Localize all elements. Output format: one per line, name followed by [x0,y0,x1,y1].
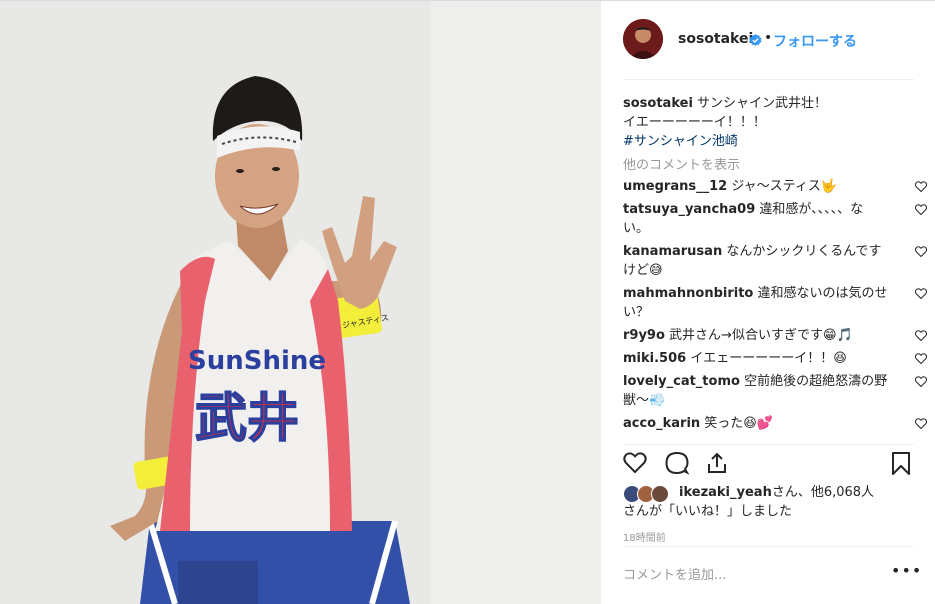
liker-avatar [651,485,669,503]
comment-item: tatsuya_yancha09 違和感が、、、、、ない。 [623,200,927,238]
comment-username[interactable]: lovely_cat_tomo [623,374,740,389]
comment-like-heart-icon[interactable] [915,246,927,257]
add-comment-input[interactable]: コメントを追加... [623,564,726,583]
comment-like-heart-icon[interactable] [915,330,927,341]
actions-divider [623,444,914,445]
comment-text: 笑った😆💕 [700,416,774,431]
caption-hashtag[interactable]: #サンシャイン池崎 [623,132,908,151]
comment-username[interactable]: umegrans__12 [623,179,727,194]
comment-box-divider [623,546,914,547]
avatar-image [623,19,663,59]
likes-username[interactable]: ikezaki_yeah [679,485,772,500]
header-divider [623,79,914,80]
likes-text: ikezaki_yeahさん、他6,068人 [679,483,913,502]
comment-like-heart-icon[interactable] [915,181,927,192]
comment-item: kanamarusan なんかシックリくるんですけど😅 [623,242,927,280]
post-timestamp[interactable]: 18時間前 [623,529,666,544]
comment-like-heart-icon[interactable] [915,204,927,215]
share-icon[interactable] [705,451,729,475]
caption-line2: イエーーーーーイ！！！ [623,115,766,130]
post-photo[interactable]: SunShine 武井 ジャスティス [0,1,600,604]
comment-item: lovely_cat_tomo 空前絶後の超絶怒濤の野獣〜💨 [623,372,927,410]
follow-button[interactable]: フォローする [773,31,857,51]
comment-like-heart-icon[interactable] [915,353,927,364]
jersey-kanji: 武井 [195,389,299,449]
comment-username[interactable]: tatsuya_yancha09 [623,202,755,217]
post-actions [623,451,913,477]
like-heart-icon[interactable] [623,451,647,475]
likes-summary: ikezaki_yeahさん、他6,068人 さんが「いいね！」しました [623,483,913,521]
caption-username[interactable]: sosotakei [623,96,693,111]
comment-text: イエェーーーーーイ！！😆 [686,351,847,366]
verified-badge-icon [749,34,762,46]
bookmark-icon[interactable] [889,451,913,475]
comment-item: miki.506 イエェーーーーーイ！！😆 [623,349,927,368]
post-sidebar: sosotakei • フォローする sosotakei サンシャイン武井壮！ … [600,1,935,604]
post-caption: sosotakei サンシャイン武井壮！ イエーーーーーイ！！！ #サンシャイン… [623,94,908,151]
comment-username[interactable]: kanamarusan [623,244,722,259]
comment-username[interactable]: miki.506 [623,351,686,366]
more-options-button[interactable]: ••• [891,561,922,580]
comment-item: umegrans__12 ジャ〜スティス🤟 [623,177,927,196]
comment-like-heart-icon[interactable] [915,288,927,299]
comment-list: umegrans__12 ジャ〜スティス🤟 tatsuya_yancha09 違… [623,177,927,437]
liker-avatars [623,485,677,505]
post-header: sosotakei • フォローする [601,1,935,80]
header-dot: • [764,30,773,46]
comment-text: ジャ〜スティス🤟 [727,179,838,194]
comment-text: 武井さん→似合いすぎです😁🎵 [664,328,853,343]
comment-username[interactable]: mahmahnonbirito [623,286,753,301]
photo-illustration: SunShine 武井 ジャスティス [0,1,600,604]
comment-item: r9y9o 武井さん→似合いすぎです😁🎵 [623,326,927,345]
view-more-comments-link[interactable]: 他のコメントを表示 [623,154,740,173]
comment-username[interactable]: r9y9o [623,328,665,343]
comment-item: acco_karin 笑った😆💕 [623,414,927,433]
jersey-text: SunShine [188,346,326,376]
instagram-post: SunShine 武井 ジャスティス sosotakei • フォローする so… [0,0,935,604]
comment-username[interactable]: acco_karin [623,416,700,431]
caption-text: サンシャイン武井壮！ [692,96,828,111]
author-username[interactable]: sosotakei [678,31,753,47]
comment-like-heart-icon[interactable] [915,418,927,429]
author-avatar[interactable] [623,19,663,59]
comment-like-heart-icon[interactable] [915,376,927,387]
comment-item: mahmahnonbirito 違和感ないのは気のせい？ [623,284,927,322]
comment-bubble-icon[interactable] [665,451,689,475]
likes-count[interactable]: さん、他6,068人 [772,485,874,500]
